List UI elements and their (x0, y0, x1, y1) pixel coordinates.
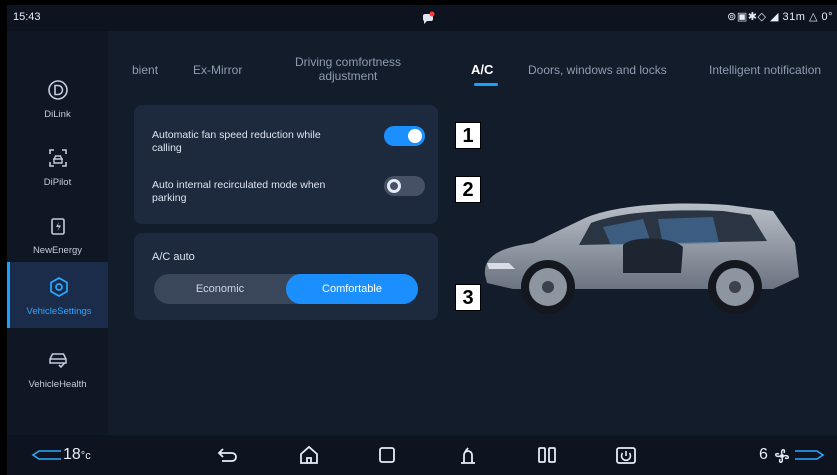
sidebar-item-vehiclehealth[interactable]: VehicleHealth (7, 335, 108, 401)
sidebar: DiLink DiPilot NewEnergy VehicleSettings (7, 31, 108, 435)
vehicle-settings-icon (50, 277, 68, 297)
left-temperature-unit: °c (80, 450, 91, 462)
dilink-icon (47, 80, 68, 100)
sidebar-item-label: VehicleSettings (26, 306, 92, 317)
sidebar-item-dipilot[interactable]: DiPilot (7, 133, 108, 199)
left-temperature[interactable]: 18°c (63, 446, 91, 464)
toggle-settings-card: Automatic fan speed reduction while call… (134, 105, 438, 224)
vehicle-health-icon (48, 353, 67, 369)
status-bar: 15:43 ⊚▣✱◇ ◢ 31m △ 0° (7, 5, 837, 31)
recent-apps-icon[interactable] (377, 445, 397, 465)
sidebar-item-vehiclesettings[interactable]: VehicleSettings (7, 262, 108, 328)
ac-auto-mode-selector: Economic Comfortable (154, 274, 418, 304)
fan-icon (775, 449, 789, 463)
toggle-knob (408, 129, 422, 143)
tab-ex-mirror[interactable]: Ex-Mirror (193, 63, 242, 77)
left-temperature-value: 18 (63, 446, 81, 463)
tab-doors-windows-locks[interactable]: Doors, windows and locks (528, 63, 667, 77)
power-icon[interactable] (615, 445, 637, 465)
back-icon[interactable] (217, 445, 239, 465)
settings-tabs: bient Ex-Mirror Driving comfortness adju… (108, 45, 837, 105)
toggle-knob (387, 179, 401, 193)
dipilot-icon (48, 149, 67, 167)
sidebar-item-label: VehicleHealth (28, 379, 87, 390)
sidebar-item-label: DiPilot (43, 177, 72, 188)
notification-icon[interactable] (421, 11, 435, 30)
recirculation-label-line1: Auto internal recirculated mode when (152, 179, 326, 191)
sidebar-item-label: NewEnergy (32, 245, 83, 256)
economic-mode-button[interactable]: Economic (154, 274, 286, 304)
ac-auto-title: A/C auto (152, 251, 195, 263)
tab-label-line1: Driving comfortness (295, 55, 402, 69)
marker-1: 1 (455, 122, 481, 149)
status-indicators: ⊚▣✱◇ ◢ 31m △ 0° (727, 11, 833, 23)
tab-driving-comfort[interactable]: Driving comfortness adjustment (295, 55, 401, 83)
fan-reduction-toggle[interactable] (384, 126, 425, 146)
temperature-down-icon[interactable] (31, 449, 61, 461)
comfortable-mode-button[interactable]: Comfortable (286, 274, 418, 304)
vehicle-seat-icon[interactable] (457, 445, 479, 465)
fan-reduction-label-line2: calling (152, 142, 182, 154)
active-tab-indicator (474, 83, 498, 86)
split-screen-icon[interactable] (537, 445, 557, 465)
tab-ac[interactable]: A/C (471, 62, 493, 77)
recirculation-toggle[interactable] (384, 176, 425, 196)
fan-reduction-label: Automatic fan speed reduction while call… (152, 129, 321, 155)
fan-speed-up-icon[interactable] (795, 449, 825, 461)
fan-speed-level[interactable]: 6 (759, 446, 768, 464)
recirculation-label: Auto internal recirculated mode when par… (152, 179, 325, 205)
fan-reduction-label-line1: Automatic fan speed reduction while (152, 129, 321, 141)
battery-icon (50, 218, 65, 235)
bottom-bar: 18°c 6 (7, 435, 837, 475)
screen: 15:43 ⊚▣✱◇ ◢ 31m △ 0° DiLink DiPilot New… (7, 5, 837, 475)
car-illustration (484, 203, 799, 314)
home-icon[interactable] (299, 445, 319, 465)
sidebar-item-label: DiLink (44, 109, 71, 120)
sidebar-item-dilink[interactable]: DiLink (7, 65, 108, 131)
sidebar-item-newenergy[interactable]: NewEnergy (7, 201, 108, 267)
status-time: 15:43 (13, 11, 41, 23)
tab-intelligent-notification[interactable]: Intelligent notification (709, 63, 821, 77)
tab-label-line2: adjustment (318, 69, 378, 83)
recirculation-label-line2: parking (152, 192, 187, 204)
ac-auto-card: A/C auto Economic Comfortable (134, 233, 438, 320)
tab-ambient[interactable]: bient (132, 63, 158, 77)
